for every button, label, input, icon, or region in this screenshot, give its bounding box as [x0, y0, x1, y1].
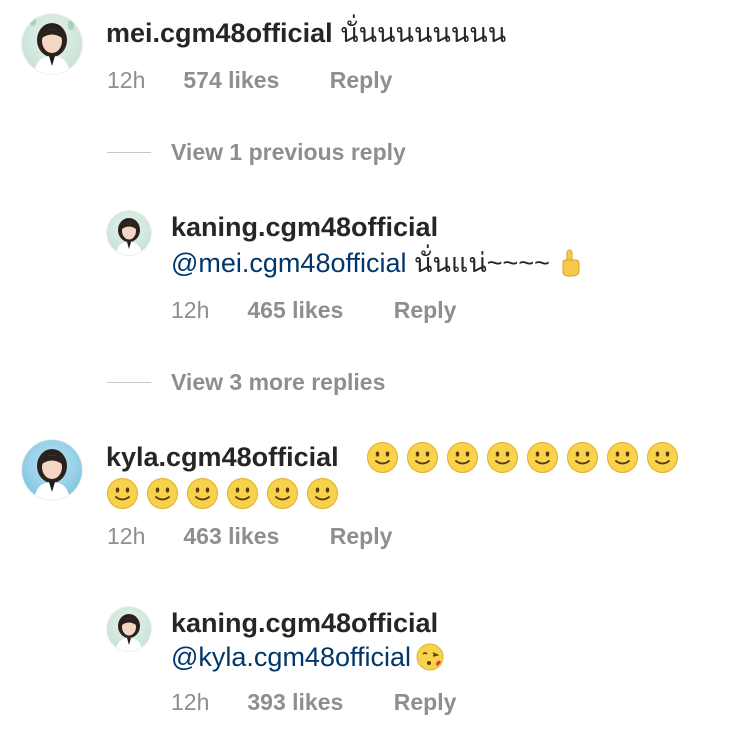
reply-text: นั่นแน่~~~~	[414, 248, 550, 278]
comment-body: mei.cgm48official นั่นนนนนนนน	[106, 16, 506, 50]
profile-avatar-icon	[34, 449, 70, 500]
face-blowing-kiss-icon	[416, 643, 444, 671]
comment-text: นั่นนนนนนนน	[340, 18, 507, 48]
view-more-replies-button[interactable]: View 3 more replies	[171, 368, 385, 396]
timestamp: 12h	[171, 689, 210, 715]
avatar[interactable]	[22, 14, 82, 74]
profile-avatar-icon	[116, 614, 142, 651]
smiling-face-icon	[647, 442, 678, 473]
view-previous-replies-button[interactable]: View 1 previous reply	[171, 138, 406, 166]
likes-count[interactable]: 393 likes	[247, 688, 387, 716]
smiling-face-icon	[487, 442, 518, 473]
smiling-face-icon	[147, 478, 178, 509]
comment-meta: 12h 574 likes Reply	[107, 66, 392, 94]
mention-link[interactable]: @kyla.cgm48official	[171, 642, 411, 672]
username-link[interactable]: kaning.cgm48official	[171, 212, 438, 242]
username-link[interactable]: kyla.cgm48official	[106, 442, 339, 472]
thread-divider	[107, 152, 151, 153]
avatar[interactable]	[107, 211, 151, 255]
reply-meta: 12h 393 likes Reply	[171, 688, 456, 716]
avatar[interactable]	[22, 440, 82, 500]
smiling-face-icon	[447, 442, 478, 473]
smiling-face-icon	[567, 442, 598, 473]
profile-avatar-icon	[116, 218, 142, 255]
likes-count[interactable]: 574 likes	[183, 66, 323, 94]
comment-meta: 12h 463 likes Reply	[107, 522, 392, 550]
likes-count[interactable]: 465 likes	[247, 296, 387, 324]
smiling-face-icon	[527, 442, 558, 473]
smiling-face-icon	[407, 442, 438, 473]
timestamp: 12h	[107, 67, 146, 93]
smiling-face-icon	[227, 478, 258, 509]
timestamp: 12h	[107, 523, 146, 549]
index-pointing-up-icon	[562, 249, 580, 277]
likes-count[interactable]: 463 likes	[183, 522, 323, 550]
smiling-face-icon	[607, 442, 638, 473]
reply-body: @mei.cgm48official นั่นแน่~~~~	[171, 246, 584, 280]
smiling-face-icon	[267, 478, 298, 509]
reply-button[interactable]: Reply	[330, 522, 393, 550]
reply-meta: 12h 465 likes Reply	[171, 296, 456, 324]
reply-button[interactable]: Reply	[330, 66, 393, 94]
smiling-face-icon	[107, 478, 138, 509]
username-link[interactable]: kaning.cgm48official	[171, 608, 438, 638]
comment-body: kyla.cgm48official	[106, 440, 339, 474]
timestamp: 12h	[171, 297, 210, 323]
reply-header: kaning.cgm48official	[171, 210, 438, 244]
profile-avatar-icon	[30, 16, 74, 74]
emoji-row	[366, 441, 679, 474]
emoji-row	[106, 477, 339, 510]
reply-button[interactable]: Reply	[394, 688, 457, 716]
reply-button[interactable]: Reply	[394, 296, 457, 324]
username-link[interactable]: mei.cgm48official	[106, 18, 333, 48]
reply-header: kaning.cgm48official	[171, 606, 438, 640]
smiling-face-icon	[307, 478, 338, 509]
reply-body: @kyla.cgm48official	[171, 640, 445, 674]
thread-divider	[107, 382, 151, 383]
avatar[interactable]	[107, 607, 151, 651]
smiling-face-icon	[187, 478, 218, 509]
mention-link[interactable]: @mei.cgm48official	[171, 248, 407, 278]
smiling-face-icon	[367, 442, 398, 473]
